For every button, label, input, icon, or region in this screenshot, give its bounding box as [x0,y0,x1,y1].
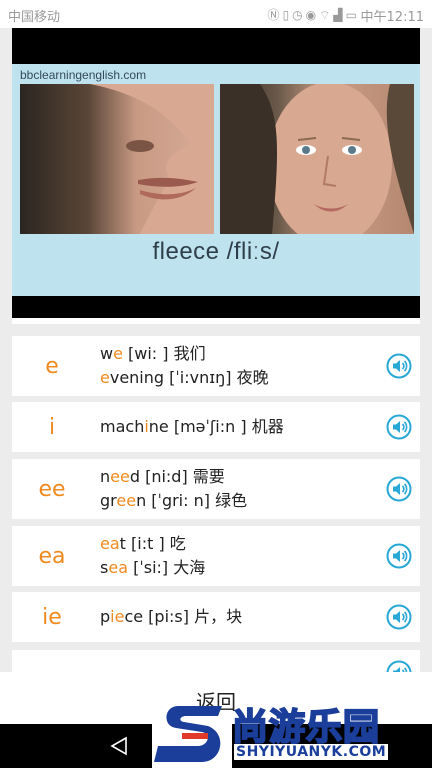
spelling-label: e [45,353,59,379]
spelling-label: ea [38,543,66,569]
vibrate-icon: ▯ [282,8,293,22]
list-item[interactable]: e we [wi: ] 我们 evening [ˈi:vnɪŋ] 夜晚 [12,336,420,396]
list-divider [12,318,420,324]
eye-icon: ◉ [305,8,320,22]
example-words: eat [i:t ] 吃 sea [ˈsi:] 大海 [100,526,205,586]
example-words: machine [məˈʃi:n ] 机器 [100,402,284,452]
example-word: need [ni:d] 需要 [100,467,225,486]
battery-icon: ▭ [345,8,360,22]
status-bar: 中国移动 Ⓝ▯◷◉⌔▟▭ 中午12:11 [0,0,432,28]
speaker-face-image [220,84,414,234]
example-word: green [ˈgri: n] 绿色 [100,491,248,510]
logo-chinese-text: 尚游乐园 [231,706,381,749]
speaker-icon[interactable] [386,604,412,630]
example-words: need [ni:d] 需要 green [ˈgri: n] 绿色 [100,459,247,519]
example-words: we [wi: ] 我们 evening [ˈi:vnɪŋ] 夜晚 [100,336,269,396]
nav-back-icon[interactable] [108,736,130,756]
example-word: we [wi: ] 我们 [100,344,206,363]
carrier-label: 中国移动 [8,10,61,25]
clock: 中午12:11 [360,10,424,25]
wifi-icon: ⌔ [319,8,334,22]
spelling-label: i [48,414,56,440]
logo-s-icon [152,706,232,768]
video-frame: bbclearningenglish.com fleece /fliːs/ [12,64,420,296]
nfc-icon: Ⓝ [267,8,283,22]
list-item[interactable]: ie piece [pi:s] 片，块 [12,592,420,642]
logo-english-text: SHYIYUANYK.COM [234,744,389,760]
list-item[interactable]: i machine [məˈʃi:n ] 机器 [12,402,420,452]
mouth-closeup-image [20,84,214,234]
example-word: sea [ˈsi:] 大海 [100,558,206,577]
example-word: machine [məˈʃi:n ] 机器 [100,417,284,436]
signal-icon: ▟ [333,8,346,22]
example-word: evening [ˈi:vnɪŋ] 夜晚 [100,368,269,387]
list-item[interactable]: ea eat [i:t ] 吃 sea [ˈsi:] 大海 [12,526,420,586]
spelling-label: ie [42,604,62,630]
speaker-icon[interactable] [386,543,412,569]
example-words: piece [pi:s] 片，块 [100,592,242,642]
alarm-icon: ◷ [292,8,306,22]
speaker-icon[interactable] [386,353,412,379]
video-player[interactable]: bbclearningenglish.com fleece /fliːs/ [12,28,420,318]
example-word: piece [pi:s] 片，块 [100,607,243,626]
list-item[interactable]: ee need [ni:d] 需要 green [ˈgri: n] 绿色 [12,459,420,519]
speaker-icon[interactable] [386,476,412,502]
speaker-icon[interactable] [386,414,412,440]
status-icons: Ⓝ▯◷◉⌔▟▭ [268,6,360,23]
video-watermark: bbclearningenglish.com [20,68,147,82]
spelling-label: ee [38,476,66,502]
example-word: eat [i:t ] 吃 [100,534,186,553]
video-caption: fleece /fliːs/ [152,238,280,265]
site-logo: 尚游乐园 SHYIYUANYK.COM [152,696,432,768]
